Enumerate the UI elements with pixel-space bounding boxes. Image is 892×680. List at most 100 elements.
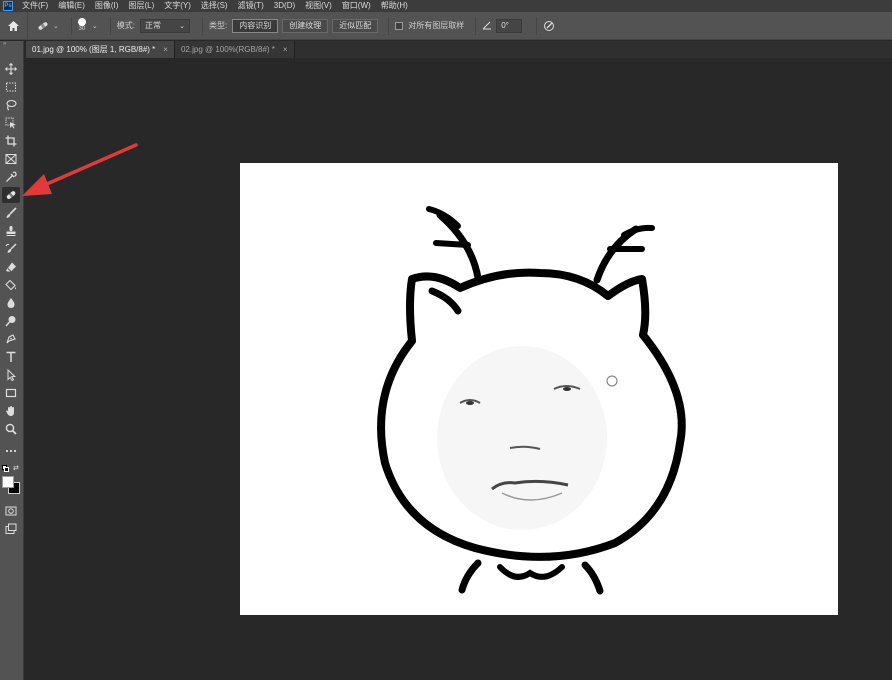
- tool-path-selection[interactable]: [2, 367, 20, 383]
- menu-help[interactable]: 帮助(H): [376, 0, 413, 12]
- clone-stamp-icon: [6, 226, 16, 236]
- tab-02-jpg[interactable]: 02.jpg @ 100%(RGB/8#) * ×: [174, 41, 295, 58]
- brush-icon: [6, 207, 17, 218]
- tool-screen-mode[interactable]: [2, 521, 20, 537]
- tool-clone-stamp[interactable]: [2, 223, 20, 239]
- menu-file[interactable]: 文件(F): [17, 0, 53, 12]
- tool-lasso[interactable]: [2, 97, 20, 113]
- mode-select[interactable]: 正常 ⌄: [139, 18, 190, 33]
- brush-size-picker[interactable]: 30: [77, 18, 86, 33]
- menu-layer[interactable]: 图层(L): [123, 0, 159, 12]
- tool-rectangle[interactable]: [2, 385, 20, 401]
- divider: [536, 16, 538, 35]
- menu-edit[interactable]: 编辑(E): [53, 0, 90, 12]
- eyedropper-icon: [6, 171, 17, 182]
- rectangular-marquee-icon: [6, 82, 16, 92]
- menu-3d[interactable]: 3D(D): [269, 0, 300, 12]
- tool-eraser[interactable]: [2, 259, 20, 275]
- swap-colors-icon[interactable]: ⇄: [13, 464, 19, 472]
- divider: [201, 16, 203, 35]
- collapse-panel-button[interactable]: »: [0, 41, 23, 49]
- crop-icon: [5, 135, 17, 147]
- angle-input[interactable]: 0°: [496, 18, 523, 33]
- tab-label: 01.jpg @ 100% (图层 1, RGB/8#) *: [32, 45, 156, 54]
- eraser-icon: [6, 262, 16, 272]
- quick-mask-icon: [5, 506, 17, 516]
- history-brush-icon: [5, 243, 17, 253]
- home-button[interactable]: [0, 11, 28, 40]
- photoshop-logo-icon: Ps: [3, 1, 13, 11]
- tool-move[interactable]: [2, 61, 20, 77]
- tool-more[interactable]: [2, 443, 20, 459]
- menu-select[interactable]: 选择(S): [196, 0, 233, 12]
- chevron-down-icon[interactable]: ⌄: [92, 22, 98, 30]
- document-tabs: 01.jpg @ 100% (图层 1, RGB/8#) * × 02.jpg …: [26, 41, 892, 58]
- divider: [475, 16, 477, 35]
- tab-label: 02.jpg @ 100%(RGB/8#) *: [180, 45, 275, 54]
- angle-value: 0°: [501, 21, 509, 30]
- mode-label: 模式:: [116, 21, 135, 30]
- tool-spot-healing-brush[interactable]: [2, 187, 20, 203]
- close-icon[interactable]: ×: [163, 45, 168, 54]
- rectangle-shape-icon: [5, 388, 17, 398]
- path-selection-icon: [7, 369, 16, 381]
- tool-hand[interactable]: [2, 403, 20, 419]
- create-texture-button[interactable]: 创建纹理: [282, 18, 329, 33]
- tool-frame[interactable]: [2, 151, 20, 167]
- document-canvas[interactable]: [240, 163, 838, 615]
- dodge-icon: [5, 316, 16, 327]
- content-aware-button[interactable]: 内容识别: [232, 18, 279, 33]
- divider: [388, 16, 390, 35]
- screen-mode-icon: [5, 523, 17, 534]
- pressure-size-icon[interactable]: [543, 20, 555, 32]
- tool-dodge[interactable]: [2, 313, 20, 329]
- tool-history-brush[interactable]: [2, 241, 20, 257]
- divider: [109, 16, 111, 35]
- cartoon-cat-illustration: [377, 206, 686, 595]
- type-icon: [6, 351, 16, 362]
- more-dots-icon: [5, 449, 17, 453]
- menu-filter[interactable]: 滤镜(T): [233, 0, 269, 12]
- tool-blur[interactable]: [2, 295, 20, 311]
- default-colors-icon[interactable]: [2, 465, 10, 473]
- menu-bar: Ps 文件(F) 编辑(E) 图像(I) 图层(L) 文字(Y) 选择(S) 滤…: [0, 0, 892, 12]
- tool-brush[interactable]: [2, 205, 20, 221]
- lasso-icon: [6, 99, 17, 111]
- tool-preset-picker[interactable]: ⌄: [36, 20, 59, 32]
- chevron-down-icon: ⌄: [53, 22, 59, 30]
- proximity-match-button[interactable]: 近似匹配: [332, 18, 379, 33]
- options-bar: ⌄ 30 ⌄ 模式: 正常 ⌄ 类型: 内容识别 创建纹理 近似匹配 对所有图层…: [0, 11, 892, 40]
- tool-zoom[interactable]: [2, 421, 20, 437]
- menu-view[interactable]: 视图(V): [300, 0, 337, 12]
- divider: [70, 16, 72, 35]
- menu-type[interactable]: 文字(Y): [159, 0, 196, 12]
- sample-all-layers-checkbox[interactable]: [395, 21, 404, 30]
- tab-01-jpg[interactable]: 01.jpg @ 100% (图层 1, RGB/8#) * ×: [26, 41, 175, 58]
- frame-icon: [5, 154, 17, 164]
- tool-type[interactable]: [2, 349, 20, 365]
- hand-icon: [6, 406, 14, 416]
- tool-eyedropper[interactable]: [2, 169, 20, 185]
- tools-panel: » ⇄: [0, 41, 24, 680]
- brush-size-value: 30: [78, 26, 86, 32]
- menu-window[interactable]: 窗口(W): [337, 0, 376, 12]
- mode-value: 正常: [144, 21, 161, 30]
- spot-healing-brush-icon: [6, 191, 16, 200]
- tool-paint-bucket[interactable]: [2, 277, 20, 293]
- chevron-down-icon: ⌄: [179, 22, 185, 30]
- tool-crop[interactable]: [2, 133, 20, 149]
- foreground-color-swatch[interactable]: [2, 476, 14, 488]
- tool-pen[interactable]: [2, 331, 20, 347]
- close-icon[interactable]: ×: [283, 45, 288, 54]
- tool-marquee[interactable]: [2, 79, 20, 95]
- angle-icon: [482, 21, 492, 30]
- healing-brush-preset-icon: [38, 21, 48, 30]
- sample-all-layers-label: 对所有图层取样: [408, 21, 465, 30]
- pen-icon: [6, 334, 16, 344]
- tool-object-selection[interactable]: [2, 115, 20, 131]
- brush-tip-icon: [77, 18, 86, 26]
- menu-image[interactable]: 图像(I): [90, 0, 124, 12]
- object-selection-icon: [5, 117, 16, 129]
- zoom-icon: [5, 423, 17, 435]
- tool-quick-mask[interactable]: [2, 503, 20, 519]
